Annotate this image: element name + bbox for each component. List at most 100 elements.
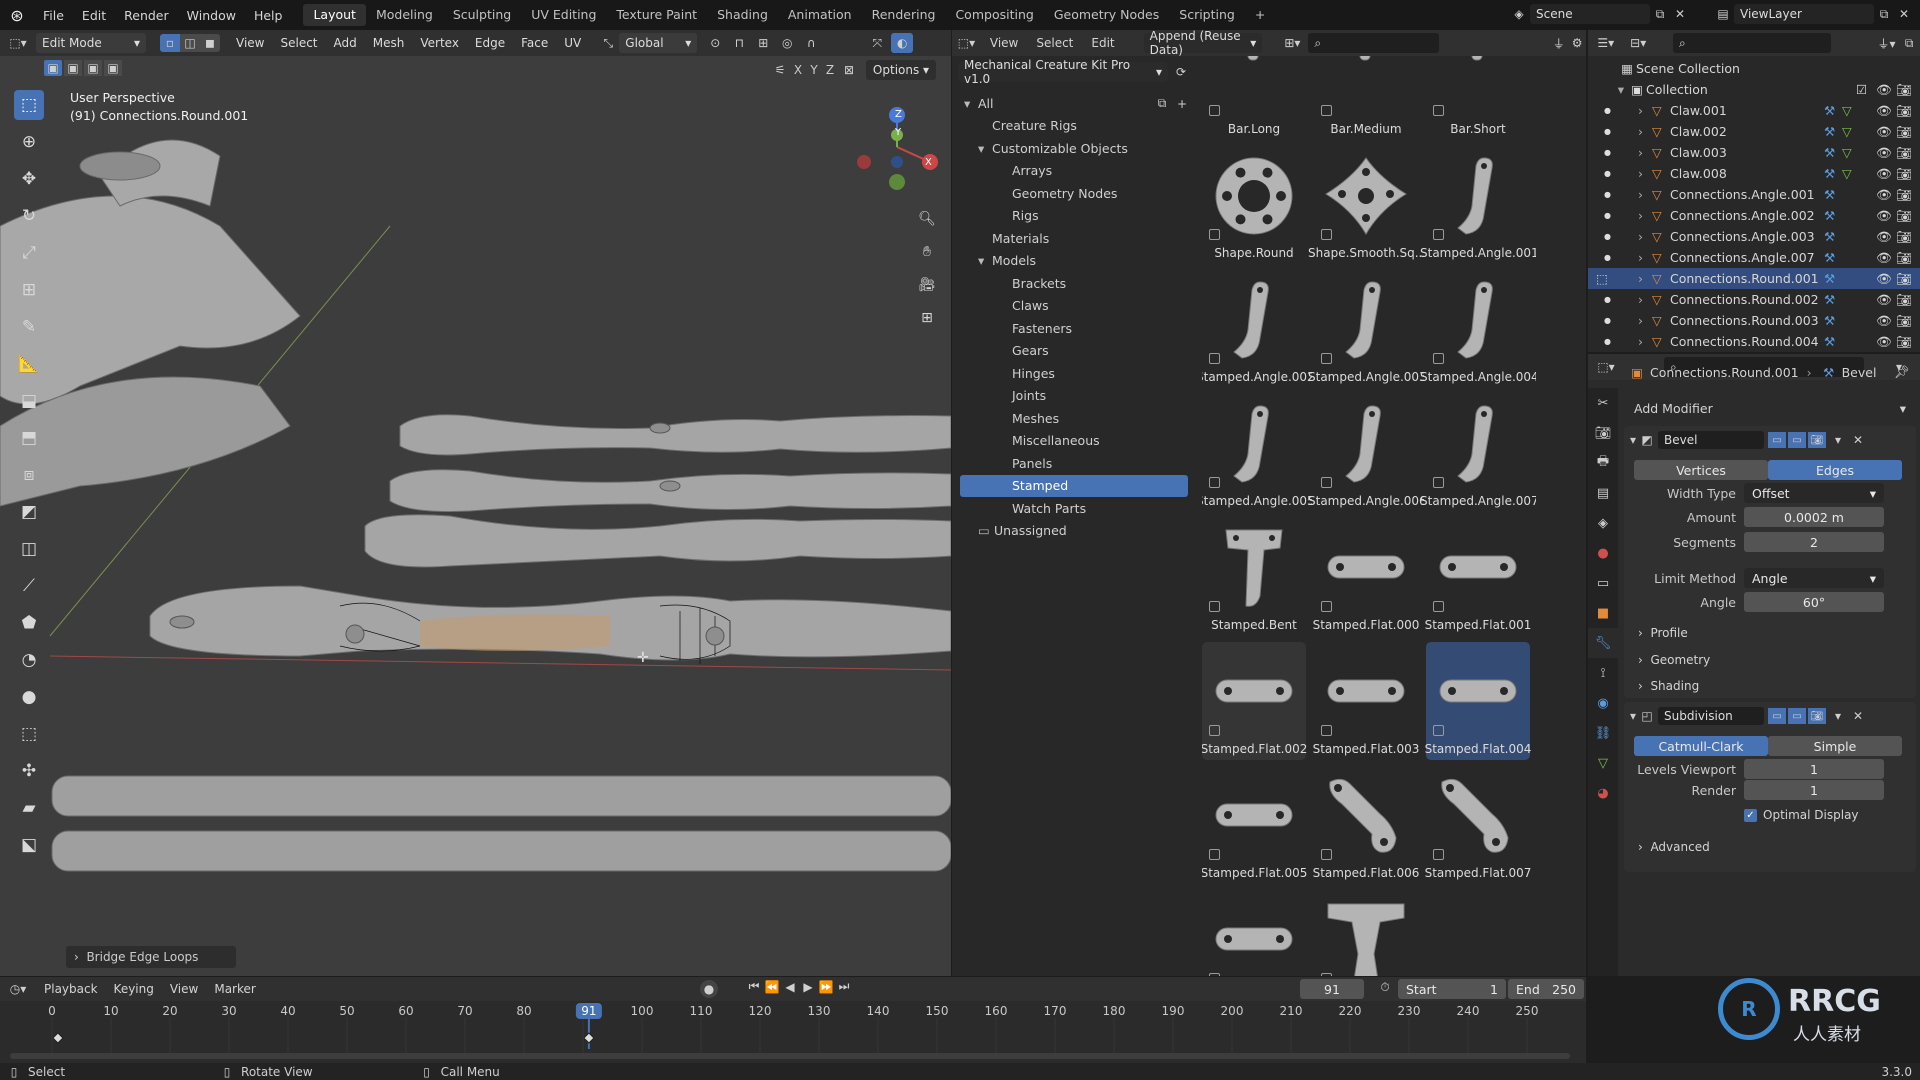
asset-checkbox[interactable]	[1209, 353, 1220, 364]
chevron-right-icon[interactable]: ›	[1638, 334, 1643, 349]
catalog-item-rigs[interactable]: Rigs	[960, 205, 1188, 228]
editor-type-icon[interactable]: ⬚▾	[952, 36, 981, 50]
profile-subpanel[interactable]: › Profile	[1638, 626, 1688, 640]
import-mode-selector[interactable]: Append (Reuse Data) ▾	[1143, 29, 1263, 57]
tab-compositing[interactable]: Compositing	[945, 4, 1043, 26]
eye-icon[interactable]: 👁︎	[1876, 313, 1892, 329]
pin-icon[interactable]: 📌︎	[1894, 364, 1910, 380]
camera-icon[interactable]: 📷︎	[1896, 187, 1912, 203]
asset-checkbox[interactable]	[1433, 725, 1444, 736]
blender-logo-icon[interactable]: ⊛	[0, 6, 34, 25]
outliner-row[interactable]: ● › ▽ Claw.002 ⚒ ▽ 👁︎ 📷︎	[1588, 121, 1920, 142]
catalog-item-arrays[interactable]: Arrays	[960, 160, 1188, 183]
chevron-down-icon[interactable]: ▾	[1830, 709, 1846, 723]
loop-cut-tool-icon[interactable]: ◫	[14, 534, 44, 564]
timeline-menu-marker[interactable]: Marker	[206, 982, 263, 996]
stopwatch-icon[interactable]: ⏱	[1376, 980, 1394, 995]
asset-checkbox[interactable]	[1433, 601, 1444, 612]
menu-file[interactable]: File	[34, 8, 73, 23]
add-cube-tool-icon[interactable]: ⬓	[14, 386, 44, 416]
collection-row[interactable]: ▾ ▣ Collection ☑ 👁︎ 📷︎	[1588, 79, 1920, 100]
viewport-toggle-icon[interactable]: ▭	[1788, 708, 1807, 724]
catalog-item-models[interactable]: ▾ Models	[960, 250, 1188, 273]
edge-slide-tool-icon[interactable]: ⬚	[14, 719, 44, 749]
catalog-item-hinges[interactable]: Hinges	[960, 362, 1188, 385]
advanced-subpanel[interactable]: › Advanced	[1638, 840, 1710, 854]
chevron-right-icon[interactable]: ›	[1638, 187, 1643, 202]
transform-tool-icon[interactable]: ⊞	[14, 275, 44, 305]
modifier-wrench-icon[interactable]: ⚒	[1824, 334, 1835, 349]
catalog-item-materials[interactable]: Materials	[960, 227, 1188, 250]
outliner-row[interactable]: ● › ▽ Claw.008 ⚒ ▽ 👁︎ 📷︎	[1588, 163, 1920, 184]
data-tab-icon[interactable]: ▽	[1588, 748, 1618, 778]
asset-tile[interactable]: Stamped.Flat.008	[1202, 890, 1306, 976]
outliner-row[interactable]: ● › ▽ Connections.Angle.002 ⚒ 👁︎ 📷︎	[1588, 205, 1920, 226]
outliner-row[interactable]: ● › ▽ Connections.Angle.001 ⚒ 👁︎ 📷︎	[1588, 184, 1920, 205]
render-toggle-icon[interactable]: 📷︎	[1808, 432, 1827, 448]
catalog-item-creature-rigs[interactable]: Creature Rigs	[960, 115, 1188, 138]
asset-checkbox[interactable]	[1321, 353, 1332, 364]
asset-checkbox[interactable]	[1321, 973, 1332, 976]
asset-checkbox[interactable]	[1321, 477, 1332, 488]
asset-checkbox[interactable]	[1209, 229, 1220, 240]
render-tab-icon[interactable]: 📷︎	[1588, 418, 1618, 448]
delete-scene-icon[interactable]: ✕	[1670, 7, 1690, 21]
simple-tab[interactable]: Simple	[1768, 736, 1902, 756]
asset-tile[interactable]: Stamped.Angle.007	[1420, 394, 1536, 512]
catalog-item-claws[interactable]: Claws	[960, 295, 1188, 318]
delete-view-layer-icon[interactable]: ✕	[1894, 7, 1914, 21]
prev-keyframe-icon[interactable]: ⏪	[763, 980, 781, 994]
eye-icon[interactable]: 👁︎	[1876, 334, 1892, 350]
width-type-dropdown[interactable]: Offset ▾	[1744, 483, 1884, 503]
poly-build-tool-icon[interactable]: ⬟	[14, 608, 44, 638]
mesh-data-icon[interactable]: ▽	[1842, 103, 1852, 118]
close-icon[interactable]: ✕	[1850, 709, 1866, 723]
zoom-icon[interactable]: 🔍︎	[915, 206, 939, 232]
catalog-item-stamped[interactable]: Stamped	[960, 474, 1188, 497]
menu-help[interactable]: Help	[245, 8, 292, 23]
play-reverse-icon[interactable]: ◀	[781, 980, 799, 994]
asset-checkbox[interactable]	[1433, 477, 1444, 488]
asset-tile[interactable]: Stamped.Angle.006	[1308, 394, 1424, 512]
affect-vertices-tab[interactable]: Vertices	[1634, 460, 1768, 480]
filter-icon[interactable]: ⏚▾	[1875, 35, 1899, 52]
viewport-menu-edge[interactable]: Edge	[467, 36, 513, 50]
face-select-icon[interactable]: ◼	[200, 34, 220, 52]
chevron-right-icon[interactable]: ›	[1638, 166, 1643, 181]
catalog-item-customizable-objects[interactable]: ▾ Customizable Objects	[960, 137, 1188, 160]
camera-icon[interactable]: 📷︎	[1896, 250, 1912, 266]
jump-start-icon[interactable]: ⏮	[745, 979, 763, 994]
asset-library-selector[interactable]: Mechanical Creature Kit Pro v1.0 ▾	[958, 58, 1168, 86]
catalog-item-all[interactable]: ▾ All	[960, 92, 1188, 115]
last-operator-panel[interactable]: › Bridge Edge Loops	[66, 946, 236, 968]
timeline-menu-keying[interactable]: Keying	[106, 982, 162, 996]
asset-checkbox[interactable]	[1433, 849, 1444, 860]
smooth-tool-icon[interactable]: ●	[14, 682, 44, 712]
asset-tile[interactable]: Stamped.Flat.005	[1202, 766, 1307, 884]
particles-tab-icon[interactable]: ⟟	[1588, 658, 1618, 688]
chevron-right-icon[interactable]: ›	[1638, 313, 1643, 328]
tab-shading[interactable]: Shading	[707, 4, 778, 26]
new-scene-icon[interactable]: ⧉	[1650, 7, 1670, 22]
scene-selector[interactable]: Scene	[1530, 4, 1650, 24]
viewport-menu-mesh[interactable]: Mesh	[365, 36, 413, 50]
modifier-wrench-tab-icon[interactable]: 🔧︎	[1588, 628, 1618, 658]
modifier-wrench-icon[interactable]: ⚒	[1824, 208, 1835, 223]
scene-collection-row[interactable]: ▦ Scene Collection	[1588, 58, 1920, 79]
editor-type-icon[interactable]: ☰▾	[1588, 36, 1623, 50]
outliner-row[interactable]: ● › ▽ Connections.Angle.007 ⚒ 👁︎ 📷︎	[1588, 247, 1920, 268]
settings-gear-icon[interactable]: ⚙	[1568, 36, 1586, 50]
pivot-icon[interactable]: ⊙	[703, 36, 727, 50]
tab-rendering[interactable]: Rendering	[862, 4, 946, 26]
mode-selector[interactable]: Edit Mode ▾	[36, 33, 146, 53]
modifier-wrench-icon[interactable]: ⚒	[1824, 124, 1835, 139]
asset-search-input[interactable]: ⌕	[1308, 33, 1440, 53]
camera-icon[interactable]: 🎥︎	[915, 272, 939, 298]
grid-view-icon[interactable]: ⊞	[915, 305, 939, 331]
viewport-menu-face[interactable]: Face	[513, 36, 556, 50]
chevron-right-icon[interactable]: ›	[1638, 103, 1643, 118]
optimal-display-checkbox[interactable]: ✓ Optimal Display	[1744, 808, 1859, 822]
eye-icon[interactable]: 👁︎	[1876, 229, 1892, 245]
camera-icon[interactable]: 📷︎	[1896, 229, 1912, 245]
camera-icon[interactable]: 📷︎	[1896, 124, 1912, 140]
